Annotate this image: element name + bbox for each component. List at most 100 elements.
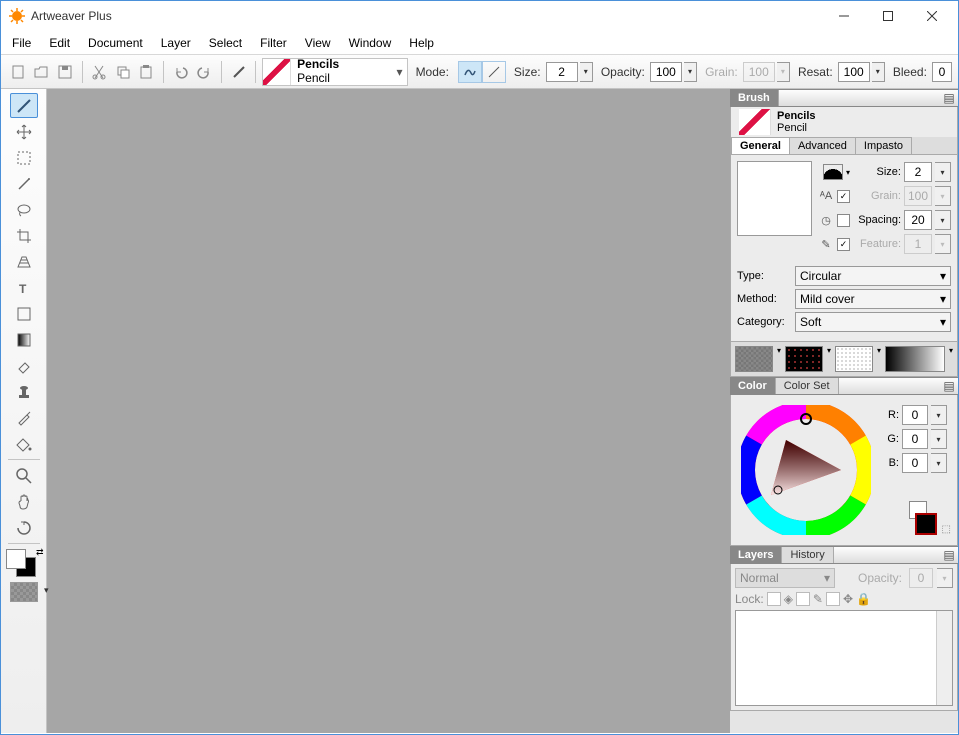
eyedropper-tool[interactable] bbox=[10, 405, 38, 430]
color-wheel[interactable] bbox=[741, 405, 871, 535]
history-panel-tab[interactable]: History bbox=[782, 547, 833, 563]
menu-help[interactable]: Help bbox=[400, 33, 443, 53]
swap-colors-icon[interactable]: ⇄ bbox=[36, 547, 44, 558]
color-panel-tab[interactable]: Color bbox=[730, 378, 776, 394]
menu-document[interactable]: Document bbox=[79, 33, 152, 53]
b-dropdown[interactable]: ▾ bbox=[931, 453, 947, 473]
bleed-input[interactable] bbox=[932, 62, 952, 82]
save-button[interactable] bbox=[54, 59, 76, 85]
brush-tool[interactable] bbox=[10, 93, 38, 118]
gradient-preset[interactable] bbox=[885, 346, 945, 372]
cut-button[interactable] bbox=[88, 59, 110, 85]
rotate-tool[interactable] bbox=[10, 515, 38, 540]
spacing-checkbox[interactable] bbox=[837, 214, 850, 227]
brush-tool-button[interactable] bbox=[228, 59, 250, 85]
move-tool[interactable] bbox=[10, 119, 38, 144]
type-select[interactable]: Circular▾ bbox=[795, 266, 951, 286]
redo-button[interactable] bbox=[193, 59, 215, 85]
resat-dropdown[interactable]: ▾ bbox=[872, 62, 885, 82]
tab-impasto[interactable]: Impasto bbox=[855, 137, 912, 154]
shape-tool[interactable] bbox=[10, 301, 38, 326]
g-input[interactable] bbox=[902, 429, 928, 449]
brush-panel-tab[interactable]: Brush bbox=[730, 90, 779, 106]
scrollbar[interactable] bbox=[936, 611, 952, 705]
size-input[interactable] bbox=[546, 62, 578, 82]
lock-all-icon[interactable]: 🔒 bbox=[856, 592, 871, 606]
resat-input[interactable] bbox=[838, 62, 870, 82]
brush-panel-menu-icon[interactable]: ▤ bbox=[940, 90, 958, 106]
new-button[interactable] bbox=[7, 59, 29, 85]
brush-selector[interactable]: Pencils Pencil ▾ bbox=[262, 58, 407, 86]
crop-tool[interactable] bbox=[10, 223, 38, 248]
panel-spacing-dropdown[interactable]: ▾ bbox=[935, 210, 951, 230]
marquee-tool[interactable] bbox=[10, 145, 38, 170]
g-dropdown[interactable]: ▾ bbox=[931, 429, 947, 449]
method-select[interactable]: Mild cover▾ bbox=[795, 289, 951, 309]
menu-file[interactable]: File bbox=[3, 33, 40, 53]
b-input[interactable] bbox=[902, 453, 928, 473]
color-swatches[interactable]: ⇄ bbox=[6, 547, 42, 577]
layer-list[interactable] bbox=[735, 610, 953, 706]
gradient-tool[interactable] bbox=[10, 327, 38, 352]
r-dropdown[interactable]: ▾ bbox=[931, 405, 947, 425]
r-input[interactable] bbox=[902, 405, 928, 425]
chevron-down-icon[interactable]: ▾ bbox=[877, 346, 881, 372]
perspective-tool[interactable] bbox=[10, 249, 38, 274]
menu-view[interactable]: View bbox=[296, 33, 340, 53]
copy-button[interactable] bbox=[112, 59, 134, 85]
colorset-panel-tab[interactable]: Color Set bbox=[776, 378, 839, 394]
undo-button[interactable] bbox=[170, 59, 192, 85]
tip-shape-dropdown[interactable]: ▾ bbox=[846, 168, 850, 177]
texture-preset-1[interactable] bbox=[735, 346, 773, 372]
layers-panel-tab[interactable]: Layers bbox=[730, 547, 782, 563]
texture-preset-3[interactable] bbox=[835, 346, 873, 372]
lock-position-checkbox[interactable] bbox=[826, 592, 840, 606]
texture-preset-2[interactable] bbox=[785, 346, 823, 372]
reset-colors-icon[interactable]: ⬚ bbox=[942, 524, 951, 535]
opacity-dropdown[interactable]: ▾ bbox=[684, 62, 697, 82]
mode-freehand-button[interactable] bbox=[458, 61, 482, 83]
chevron-down-icon[interactable]: ▾ bbox=[827, 346, 831, 372]
wand-tool[interactable] bbox=[10, 171, 38, 196]
opacity-input[interactable] bbox=[650, 62, 682, 82]
panel-spacing-input[interactable] bbox=[904, 210, 932, 230]
panel-size-input[interactable] bbox=[904, 162, 932, 182]
tab-general[interactable]: General bbox=[731, 137, 790, 154]
layers-panel-menu-icon[interactable]: ▤ bbox=[940, 547, 958, 563]
paste-button[interactable] bbox=[136, 59, 158, 85]
tip-shape-icon[interactable] bbox=[823, 164, 843, 180]
bg-swatch[interactable] bbox=[915, 513, 937, 535]
eraser-tool[interactable] bbox=[10, 353, 38, 378]
minimize-button[interactable] bbox=[822, 2, 866, 30]
feature-checkbox[interactable]: ✓ bbox=[837, 238, 850, 251]
chevron-down-icon[interactable]: ▾ bbox=[777, 346, 781, 372]
color-panel-menu-icon[interactable]: ▤ bbox=[940, 378, 958, 394]
open-button[interactable] bbox=[31, 59, 53, 85]
close-button[interactable] bbox=[910, 2, 954, 30]
hand-tool[interactable] bbox=[10, 489, 38, 514]
mode-line-button[interactable] bbox=[482, 61, 506, 83]
menu-edit[interactable]: Edit bbox=[40, 33, 79, 53]
zoom-tool[interactable] bbox=[10, 463, 38, 488]
foreground-color-swatch[interactable] bbox=[6, 549, 26, 569]
menu-layer[interactable]: Layer bbox=[152, 33, 200, 53]
maximize-button[interactable] bbox=[866, 2, 910, 30]
menu-select[interactable]: Select bbox=[200, 33, 251, 53]
text-tool[interactable]: T bbox=[10, 275, 38, 300]
menu-filter[interactable]: Filter bbox=[251, 33, 296, 53]
lasso-tool[interactable] bbox=[10, 197, 38, 222]
lock-pixels-checkbox[interactable] bbox=[796, 592, 810, 606]
size-dropdown[interactable]: ▾ bbox=[580, 62, 593, 82]
stamp-tool[interactable] bbox=[10, 379, 38, 404]
menu-window[interactable]: Window bbox=[340, 33, 401, 53]
aa-checkbox[interactable]: ✓ bbox=[837, 190, 850, 203]
canvas-area[interactable] bbox=[47, 89, 730, 733]
lock-transparency-checkbox[interactable] bbox=[767, 592, 781, 606]
category-select[interactable]: Soft▾ bbox=[795, 312, 951, 332]
tab-advanced[interactable]: Advanced bbox=[789, 137, 856, 154]
color-panel-swatches[interactable]: ⬚ bbox=[909, 501, 947, 535]
fill-tool[interactable] bbox=[10, 431, 38, 456]
texture-swatch[interactable] bbox=[10, 582, 38, 602]
chevron-down-icon[interactable]: ▾ bbox=[949, 346, 953, 372]
panel-size-dropdown[interactable]: ▾ bbox=[935, 162, 951, 182]
